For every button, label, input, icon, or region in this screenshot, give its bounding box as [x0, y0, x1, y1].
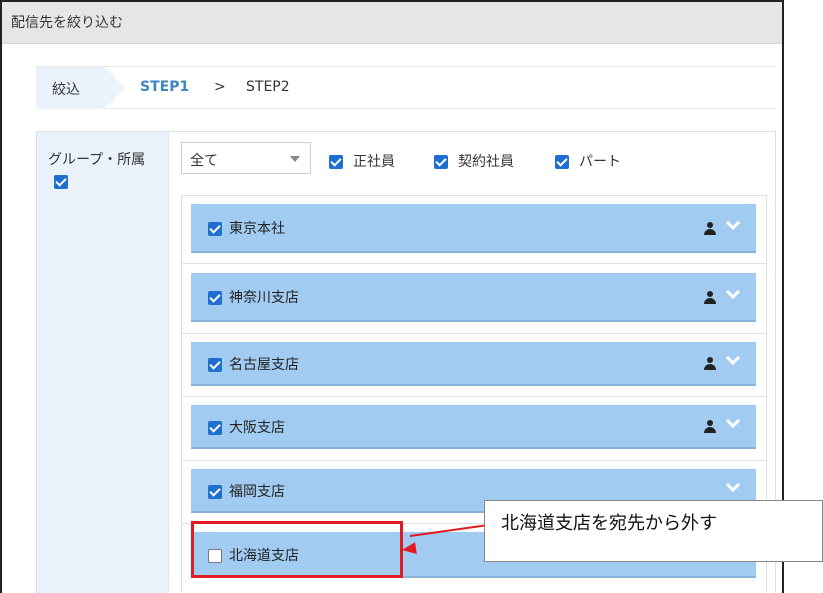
divider — [182, 263, 766, 264]
title-bar: 配信先を絞り込む — [2, 2, 782, 44]
divider — [182, 333, 766, 334]
branch-checkbox-nagoya[interactable] — [208, 358, 222, 372]
chevron-down-icon[interactable] — [725, 350, 741, 366]
person-icon[interactable] — [704, 291, 716, 304]
parttime-label: パート — [579, 154, 621, 170]
branch-row-osaka[interactable]: 大阪支店 — [191, 405, 756, 449]
scope-select-value: 全て — [190, 153, 218, 169]
step2-label[interactable]: STEP2 — [246, 79, 290, 95]
person-icon[interactable] — [704, 222, 716, 235]
scope-select[interactable]: 全て — [181, 142, 311, 174]
branch-row-nagoya[interactable]: 名古屋支店 — [191, 342, 756, 386]
chevron-down-icon[interactable] — [725, 284, 741, 300]
step1-label[interactable]: STEP1 — [140, 79, 189, 95]
branch-checkbox-osaka[interactable] — [208, 421, 222, 435]
branch-name-kanagawa: 神奈川支店 — [229, 290, 299, 306]
divider — [182, 396, 766, 397]
annotation-highlight-box — [191, 521, 403, 578]
contract-label: 契約社員 — [458, 154, 514, 170]
employment-type-fulltime[interactable]: 正社員 — [329, 151, 395, 171]
employment-type-parttime[interactable]: パート — [555, 151, 621, 171]
fulltime-checkbox[interactable] — [329, 155, 343, 169]
branch-name-nagoya: 名古屋支店 — [229, 357, 299, 373]
filter-label-column: グループ・所属 — [37, 132, 169, 593]
annotation-callout: 北海道支店を宛先から外す — [484, 500, 823, 562]
branch-name-osaka: 大阪支店 — [229, 420, 285, 436]
window-title: 配信先を絞り込む — [11, 15, 123, 31]
chevron-down-icon[interactable] — [725, 477, 741, 493]
step-separator: > — [214, 79, 226, 95]
annotation-arrow-head — [401, 542, 417, 556]
step-indicator: 絞込 STEP1 > STEP2 — [36, 66, 776, 109]
branch-checkbox-fukuoka[interactable] — [208, 485, 222, 499]
branch-checkbox-tokyo[interactable] — [208, 222, 222, 236]
person-icon[interactable] — [704, 420, 716, 433]
employment-type-contract[interactable]: 契約社員 — [434, 151, 514, 171]
caret-down-icon — [290, 156, 300, 162]
group-affiliation-checkbox[interactable] — [54, 175, 68, 189]
contract-checkbox[interactable] — [434, 155, 448, 169]
step-current-filter: 絞込 — [36, 67, 125, 109]
branch-name-fukuoka: 福岡支店 — [229, 484, 285, 500]
chevron-down-icon[interactable] — [725, 413, 741, 429]
branch-name-tokyo: 東京本社 — [229, 221, 285, 237]
step-current-label: 絞込 — [52, 82, 80, 98]
fulltime-label: 正社員 — [353, 154, 395, 170]
branch-checkbox-kanagawa[interactable] — [208, 291, 222, 305]
branch-row-kanagawa[interactable]: 神奈川支店 — [191, 273, 756, 322]
annotation-callout-text: 北海道支店を宛先から外す — [501, 513, 717, 534]
divider — [182, 460, 766, 461]
group-affiliation-label: グループ・所属 — [48, 152, 146, 168]
chevron-down-icon[interactable] — [725, 215, 741, 231]
person-icon[interactable] — [704, 357, 716, 370]
parttime-checkbox[interactable] — [555, 155, 569, 169]
branch-row-tokyo[interactable]: 東京本社 — [191, 204, 756, 253]
